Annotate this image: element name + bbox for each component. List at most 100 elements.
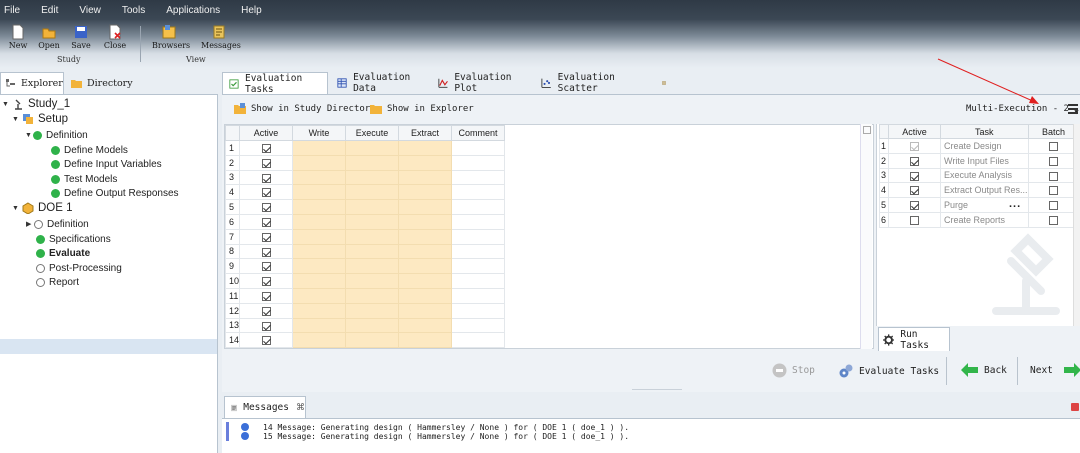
tree-node-define-output-responses[interactable]: Define Output Responses <box>51 186 179 200</box>
comment-cell[interactable] <box>451 199 506 215</box>
show-in-explorer-button[interactable]: Show in Explorer <box>370 103 474 114</box>
write-cell[interactable] <box>292 154 347 171</box>
collapse-arrow-icon[interactable]: ▼ <box>25 132 33 139</box>
menu-file[interactable]: File <box>4 5 20 16</box>
tab-evaluation-tasks[interactable]: Evaluation Tasks <box>222 72 328 95</box>
close-panel-icon[interactable] <box>1071 403 1079 411</box>
task-header-task[interactable]: Task <box>940 124 1029 139</box>
close-button[interactable]: Close <box>99 24 131 54</box>
tree-node-test-models[interactable]: Test Models <box>51 172 117 186</box>
menu-icon[interactable] <box>1068 104 1078 116</box>
tree-node-define-models[interactable]: Define Models <box>51 143 128 157</box>
collapse-arrow-icon[interactable]: ▼ <box>12 116 20 123</box>
comment-cell[interactable] <box>451 154 506 171</box>
tree-node-evaluate[interactable]: Evaluate <box>36 246 90 260</box>
execute-cell[interactable] <box>345 317 400 334</box>
grid-vertical-scrollbar[interactable] <box>860 124 872 349</box>
task-active-checkbox[interactable] <box>910 156 919 166</box>
table-row[interactable]: 10 <box>225 273 506 289</box>
write-cell[interactable] <box>292 302 347 319</box>
menu-applications[interactable]: Applications <box>166 5 220 16</box>
splitter-handle[interactable] <box>632 389 682 390</box>
execute-cell[interactable] <box>345 273 400 289</box>
menu-help[interactable]: Help <box>241 5 262 16</box>
execute-cell[interactable] <box>345 154 400 171</box>
active-checkbox[interactable] <box>261 203 271 213</box>
active-checkbox[interactable] <box>261 188 271 198</box>
expand-arrow-icon[interactable]: ▶ <box>26 220 34 228</box>
back-button[interactable]: Back <box>961 363 1007 377</box>
comment-cell[interactable] <box>451 169 506 186</box>
extract-cell[interactable] <box>398 287 453 304</box>
tree-node-define-input-variables[interactable]: Define Input Variables <box>51 157 162 171</box>
table-row[interactable]: 9 <box>225 258 506 275</box>
tab-messages[interactable]: Messages ⌘ <box>224 396 306 418</box>
extract-cell[interactable] <box>398 154 453 171</box>
extract-cell[interactable] <box>398 169 453 186</box>
new-button[interactable]: New <box>2 24 34 54</box>
tree-node-report[interactable]: Report <box>36 275 79 289</box>
extract-cell[interactable] <box>398 213 453 230</box>
write-cell[interactable] <box>292 243 347 260</box>
task-row[interactable]: 1 Create Design <box>879 138 1080 154</box>
active-checkbox[interactable] <box>261 336 271 346</box>
tree-node-setup-definition[interactable]: ▼ Definition <box>25 128 88 142</box>
write-cell[interactable] <box>292 228 347 245</box>
active-checkbox[interactable] <box>261 247 271 257</box>
purge-options-ellipsis[interactable]: ... <box>1009 198 1021 210</box>
extract-cell[interactable] <box>398 317 453 334</box>
table-row[interactable]: 8 <box>225 243 506 260</box>
collapse-arrow-icon[interactable]: ▼ <box>12 205 20 212</box>
task-active-checkbox[interactable] <box>910 215 919 225</box>
tree-node-doe[interactable]: ▼ DOE 1 <box>12 201 73 215</box>
header-extract[interactable]: Extract <box>398 125 453 141</box>
comment-cell[interactable] <box>451 317 506 334</box>
show-in-study-directory-button[interactable]: Show in Study Directory <box>234 103 376 114</box>
tree-node-study[interactable]: ▼ Study_1 <box>2 97 70 111</box>
task-row[interactable]: 5 Purge <box>879 197 1080 213</box>
write-cell[interactable] <box>292 332 347 348</box>
table-row[interactable]: 14 <box>225 332 506 348</box>
extract-cell[interactable] <box>398 243 453 260</box>
comment-cell[interactable] <box>451 213 506 230</box>
stop-button[interactable]: Stop <box>772 363 815 378</box>
comment-cell[interactable] <box>451 332 506 348</box>
task-header-batch[interactable]: Batch <box>1027 124 1080 139</box>
extract-cell[interactable] <box>398 302 453 319</box>
active-checkbox[interactable] <box>261 217 271 227</box>
active-checkbox[interactable] <box>261 291 271 301</box>
write-cell[interactable] <box>292 287 347 304</box>
execute-cell[interactable] <box>345 287 400 304</box>
write-cell[interactable] <box>292 258 347 275</box>
task-batch-checkbox[interactable] <box>1049 201 1059 211</box>
active-checkbox[interactable] <box>261 232 271 242</box>
table-row[interactable]: 5 <box>225 199 506 215</box>
extract-cell[interactable] <box>398 140 453 156</box>
task-header-active[interactable]: Active <box>888 124 941 139</box>
menu-tools[interactable]: Tools <box>122 5 145 16</box>
task-active-checkbox[interactable] <box>910 171 919 181</box>
browsers-button[interactable]: Browsers <box>152 24 190 54</box>
extract-cell[interactable] <box>398 184 453 201</box>
tab-directory[interactable]: Directory <box>67 72 147 94</box>
active-checkbox[interactable] <box>261 143 271 153</box>
active-checkbox[interactable] <box>261 321 271 331</box>
active-checkbox[interactable] <box>261 277 271 287</box>
comment-cell[interactable] <box>451 302 506 319</box>
header-comment[interactable]: Comment <box>451 125 506 141</box>
menu-edit[interactable]: Edit <box>41 5 58 16</box>
execute-cell[interactable] <box>345 199 400 215</box>
task-batch-checkbox[interactable] <box>1049 171 1059 181</box>
table-row[interactable]: 12 <box>225 302 506 319</box>
task-active-checkbox[interactable] <box>910 186 919 196</box>
task-row[interactable]: 4 Extract Output Res... <box>879 182 1080 199</box>
task-batch-checkbox[interactable] <box>1049 141 1059 151</box>
tree-node-post-processing[interactable]: Post-Processing <box>36 261 122 275</box>
table-row[interactable]: 3 <box>225 169 506 186</box>
tab-evaluation-scatter[interactable]: Evaluation Scatter <box>535 72 655 94</box>
comment-cell[interactable] <box>451 184 506 201</box>
task-row[interactable]: 2 Write Input Files <box>879 152 1080 169</box>
table-row[interactable]: 1 <box>225 140 506 156</box>
execute-cell[interactable] <box>345 243 400 260</box>
save-button[interactable]: Save <box>65 24 97 54</box>
